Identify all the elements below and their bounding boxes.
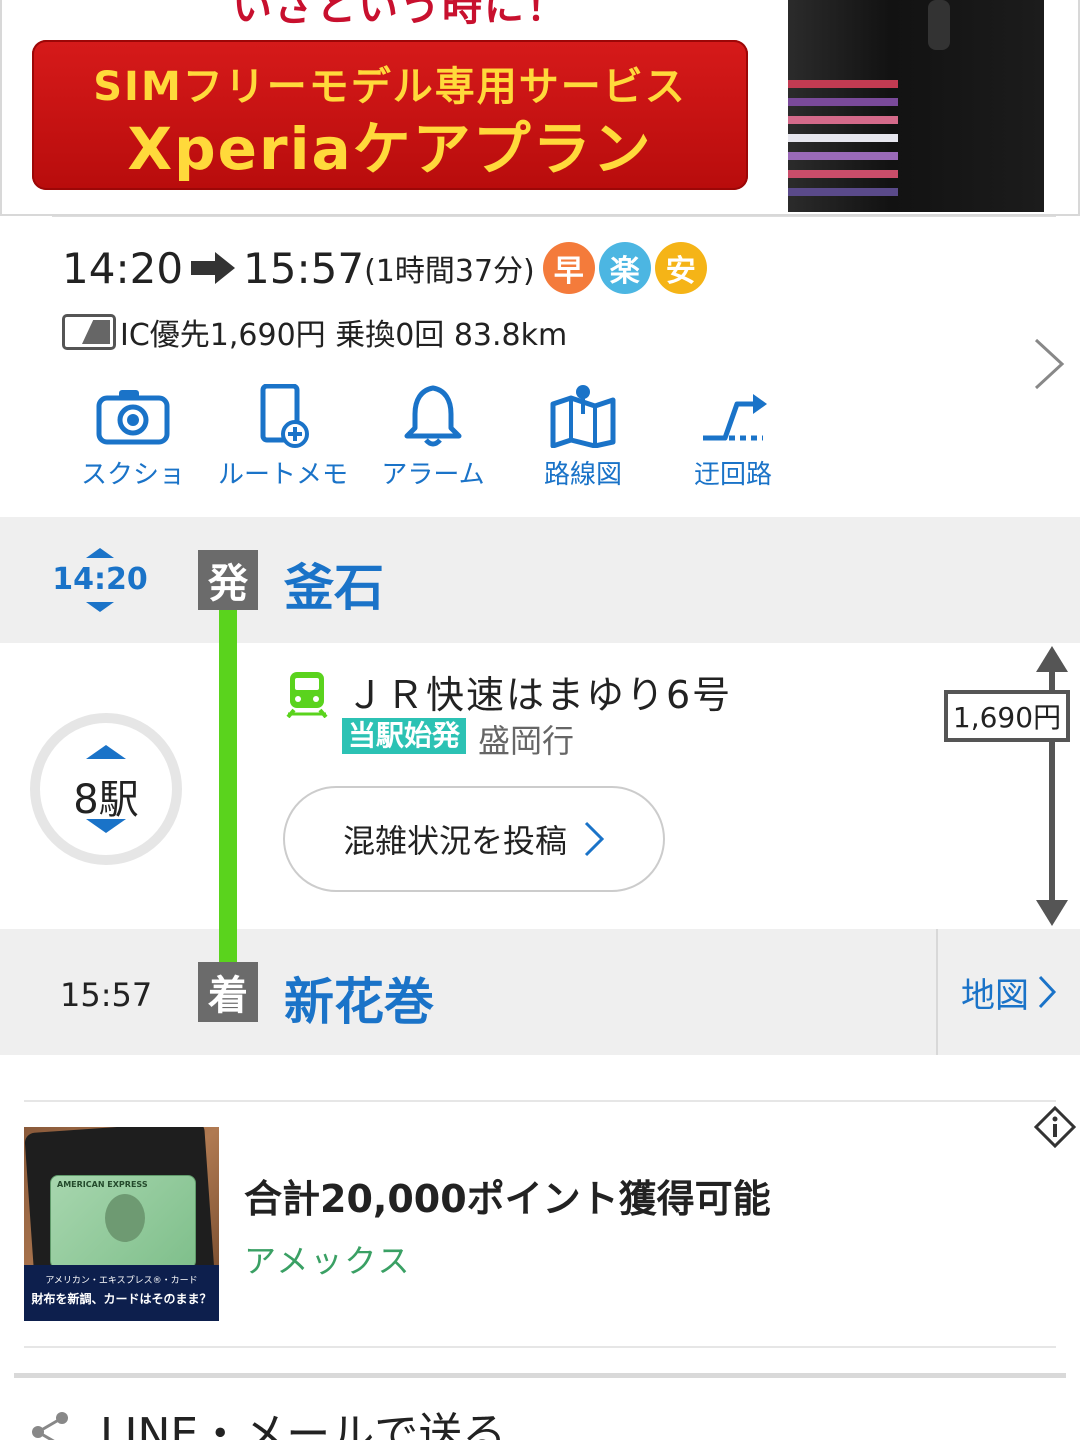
route-line [219, 600, 237, 972]
chevron-right-icon [584, 821, 605, 857]
amex-card-image: AMERICAN EXPRESS [50, 1175, 196, 1269]
map-button[interactable]: 地図 [936, 929, 1080, 1055]
tool-label: ルートメモ [217, 460, 348, 490]
divider [52, 216, 1056, 217]
phone-screen-stripe [788, 116, 898, 124]
stops-count-toggle[interactable]: 8駅 [30, 713, 182, 865]
arrival-station[interactable]: 新花巻 [284, 962, 434, 1034]
detour-icon [703, 394, 767, 441]
share-icon [32, 1412, 68, 1440]
post-congestion-button[interactable]: 混雑状況を投稿 [283, 786, 665, 892]
arrival-time: 15:57 [60, 976, 153, 1014]
route-toolbar: スクショ ルートメモ アラーム 路線図 迂回路 [58, 384, 808, 491]
tool-route-memo[interactable]: ルートメモ [208, 384, 358, 491]
departure-time-adjuster[interactable]: 14:20 [40, 548, 160, 612]
badge-fast: 早 [542, 242, 595, 294]
time-up-icon[interactable] [86, 548, 114, 558]
time-row: 14:20 15:57 (1時間37分) 早 楽 安 [62, 240, 707, 296]
expand-down-icon [86, 819, 126, 833]
time-down-icon[interactable] [86, 602, 114, 612]
ad-phone-image [788, 0, 1044, 212]
memo-add-icon [260, 384, 309, 448]
arrival-mark: 着 [198, 962, 258, 1022]
badge-easy: 楽 [598, 242, 651, 294]
ad-sponsor: アメックス [244, 1242, 412, 1280]
train-destination: 盛岡行 [478, 722, 575, 760]
section-divider [14, 1373, 1066, 1378]
summary-arrive-time: 15:57 [243, 243, 365, 293]
train-name[interactable]: ＪＲ快速はまゆり6号 [346, 664, 732, 719]
fare-row: IC優先1,690円 乗換0回 83.8km [62, 312, 568, 353]
tool-alarm[interactable]: アラーム [358, 384, 508, 491]
tool-label: スクショ [80, 460, 185, 490]
route-summary[interactable]: 14:20 15:57 (1時間37分) 早 楽 安 IC優先1,690円 乗換… [0, 216, 1080, 516]
ad-banner[interactable]: いざという時に！ SIMフリーモデル専用サービス Xperiaケアプラン [0, 0, 1080, 216]
departure-station[interactable]: 釜石 [284, 548, 384, 620]
summary-duration: (1時間37分) [364, 254, 535, 289]
tool-label: 迂回路 [693, 460, 772, 490]
ad-tagline: いざという時に！ [232, 0, 568, 30]
phone-screen-stripe [788, 80, 898, 88]
ad-line-2: Xperiaケアプラン [127, 115, 653, 183]
segment-fare: 1,690円 [944, 690, 1070, 742]
divider [24, 1100, 1056, 1102]
tool-screenshot[interactable]: スクショ [58, 384, 208, 491]
card-brand: AMERICAN EXPRESS [57, 1180, 148, 1189]
phone-screen-stripe [788, 152, 898, 160]
ad-title[interactable]: 合計20,000ポイント獲得可能 [244, 1168, 771, 1223]
badge-cheap: 安 [654, 242, 707, 294]
route-result-page: いざという時に！ SIMフリーモデル専用サービス Xperiaケアプラン 14:… [0, 0, 1080, 1440]
route-map-icon [550, 385, 616, 448]
camera-icon [96, 390, 170, 445]
tool-route-map[interactable]: 路線図 [508, 384, 658, 491]
ad-image-caption: アメリカン・エキスプレス®・カード 財布を新調、カードはそのまま？ [24, 1265, 219, 1321]
tool-label: アラーム [381, 460, 485, 490]
phone-screen-stripe [788, 170, 898, 178]
expand-up-icon [86, 745, 126, 759]
start-station-badge: 当駅始発 [342, 718, 467, 754]
bell-icon [404, 385, 462, 447]
departure-time: 14:20 [52, 562, 148, 597]
phone-camera [928, 0, 950, 50]
summary-depart-time: 14:20 [62, 243, 184, 293]
tool-detour[interactable]: 迂回路 [658, 384, 808, 491]
phone-screen-stripe [788, 134, 898, 142]
ad-image-text-main: 財布を新調、カードはそのまま？ [31, 1292, 212, 1306]
card-portrait [105, 1194, 145, 1242]
ic-card-icon [62, 314, 116, 350]
map-button-label: 地図 [961, 975, 1029, 1016]
divider [24, 1346, 1056, 1348]
stops-count: 8駅 [73, 777, 139, 823]
fare-span-arrow [1036, 646, 1068, 926]
phone-screen-stripe [788, 188, 898, 196]
ad-card-image[interactable]: AMERICAN EXPRESS アメリカン・エキスプレス®・カード 財布を新調… [24, 1127, 219, 1321]
arrival-row [0, 929, 1080, 1055]
train-icon [286, 672, 328, 718]
chevron-right-icon[interactable] [1032, 336, 1066, 392]
ad-red-panel: SIMフリーモデル専用サービス Xperiaケアプラン [32, 40, 748, 190]
arrow-right-icon [191, 252, 236, 284]
departure-mark: 発 [198, 550, 258, 610]
tool-label: 路線図 [543, 460, 622, 490]
ad-image-text-top: アメリカン・エキスプレス®・カード [45, 1276, 198, 1286]
fare-summary: IC優先1,690円 乗換0回 83.8km [120, 318, 568, 353]
chevron-right-icon [1038, 975, 1057, 1009]
departure-row [0, 517, 1080, 643]
share-line-mail[interactable]: LINE・メールで送る [100, 1398, 506, 1440]
phone-screen-stripe [788, 98, 898, 106]
congestion-label: 混雑状況を投稿 [342, 822, 567, 860]
ad-info-icon[interactable] [1034, 1106, 1076, 1148]
